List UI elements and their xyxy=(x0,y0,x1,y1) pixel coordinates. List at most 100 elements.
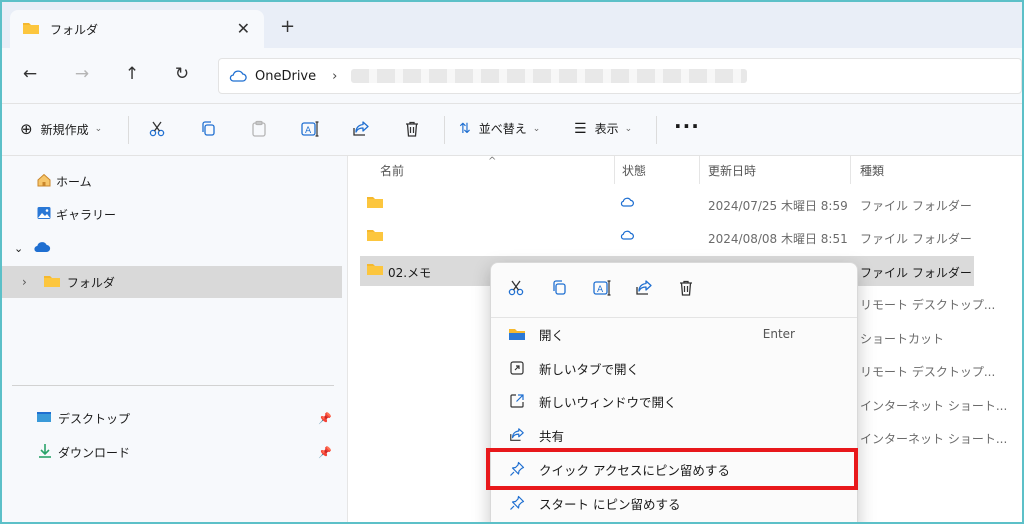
divider xyxy=(12,385,334,386)
rename-icon[interactable]: A xyxy=(299,118,321,140)
paste-icon[interactable] xyxy=(248,118,270,140)
refresh-icon[interactable]: ↻ xyxy=(170,64,194,84)
folder-icon xyxy=(43,274,61,291)
sort-ascending-icon: ^ xyxy=(488,156,497,167)
column-header-status[interactable]: 状態 xyxy=(622,156,646,184)
sidebar-item-gallery[interactable]: ギャラリー xyxy=(2,198,342,230)
share-icon xyxy=(507,425,527,445)
breadcrumb-redacted xyxy=(351,69,748,83)
shortcut-hint: Enter xyxy=(762,327,795,341)
command-bar: ⊕ 新規作成 ⌄ A ⇅ 並べ替え ⌄ ☰ 表示 ⌄ ··· xyxy=(2,104,1022,156)
sidebar-item-folder[interactable]: › フォルダ xyxy=(2,266,342,298)
menu-item-open-new-tab[interactable]: 新しいタブで開く xyxy=(499,353,849,383)
folder-open-icon xyxy=(507,324,527,344)
copy-icon[interactable] xyxy=(548,277,570,299)
column-divider[interactable] xyxy=(699,156,700,184)
sidebar-label-gallery: ギャラリー xyxy=(56,207,117,222)
folder-icon xyxy=(366,228,384,245)
sidebar-item-desktop[interactable]: デスクトップ 📌 xyxy=(2,402,342,434)
home-icon xyxy=(36,172,52,191)
rename-icon[interactable]: A xyxy=(591,277,613,299)
new-button[interactable]: ⊕ 新規作成 ⌄ xyxy=(20,120,102,138)
folder-icon xyxy=(22,20,40,39)
column-header-name[interactable]: 名前 xyxy=(380,156,404,184)
back-arrow-icon[interactable]: ← xyxy=(18,64,42,84)
view-label: 表示 xyxy=(594,122,619,136)
chevron-right-icon: › xyxy=(332,68,338,84)
cloud-status-icon xyxy=(620,196,634,210)
file-type: インターネット ショート... xyxy=(860,432,1008,446)
sidebar-item-home[interactable]: ホーム xyxy=(2,165,342,197)
menu-item-open[interactable]: 開く Enter xyxy=(499,319,849,349)
column-header-type[interactable]: 種類 xyxy=(860,156,884,184)
menu-item-label: 共有 xyxy=(539,428,565,444)
navigation-pane: ホーム ギャラリー ⌄ › フォルダ デスクトップ � xyxy=(2,156,347,522)
file-modified: 2024/07/25 木曜日 8:59 xyxy=(708,199,848,213)
column-label-modified: 更新日時 xyxy=(708,163,757,178)
highlight-box xyxy=(486,448,858,490)
menu-item-pin-start[interactable]: スタート にピン留めする xyxy=(499,488,849,518)
column-label-name: 名前 xyxy=(380,163,405,178)
sidebar-label-desktop: デスクトップ xyxy=(58,411,131,426)
sort-button[interactable]: ⇅ 並べ替え ⌄ xyxy=(459,120,540,137)
svg-text:A: A xyxy=(597,285,604,295)
up-arrow-icon[interactable]: ↑ xyxy=(120,64,144,84)
cut-icon[interactable] xyxy=(505,277,527,299)
download-icon xyxy=(38,443,52,462)
view-button[interactable]: ☰ 表示 ⌄ xyxy=(574,120,632,137)
table-row[interactable]: 2024/07/25 木曜日 8:59 ファイル フォルダー xyxy=(360,189,974,219)
view-list-icon: ☰ xyxy=(574,120,587,137)
trash-icon[interactable] xyxy=(401,118,423,140)
sidebar-label-downloads: ダウンロード xyxy=(58,445,131,460)
copy-icon[interactable] xyxy=(197,118,219,140)
trash-icon[interactable] xyxy=(675,277,697,299)
breadcrumb-onedrive[interactable]: OneDrive xyxy=(255,69,316,84)
open-in-new-window-icon xyxy=(507,391,527,411)
divider xyxy=(491,317,857,318)
svg-text:A: A xyxy=(305,126,312,136)
open-in-new-tab-icon xyxy=(507,358,527,378)
folder-icon xyxy=(366,262,384,279)
address-bar[interactable]: OneDrive › xyxy=(218,58,1022,94)
file-type: リモート デスクトップ... xyxy=(860,365,996,379)
tab-folder[interactable]: フォルダ ✕ xyxy=(10,10,264,48)
tab-title: フォルダ xyxy=(50,22,99,37)
menu-item-open-new-window[interactable]: 新しいウィンドウで開く xyxy=(499,386,849,416)
file-type: リモート デスクトップ... xyxy=(860,298,996,312)
pin-icon[interactable]: 📌 xyxy=(318,412,332,425)
forward-arrow-icon[interactable]: → xyxy=(70,64,94,84)
sidebar-item-downloads[interactable]: ダウンロード 📌 xyxy=(2,436,342,468)
sidebar-item-onedrive[interactable]: ⌄ xyxy=(2,232,342,264)
more-options-icon[interactable]: ··· xyxy=(674,114,700,138)
menu-item-label: 新しいタブで開く xyxy=(539,361,640,377)
column-header-modified[interactable]: 更新日時 xyxy=(708,156,756,184)
sort-icon: ⇅ xyxy=(459,120,471,137)
share-icon[interactable] xyxy=(633,277,655,299)
cloud-status-icon xyxy=(620,229,634,243)
tab-bar: フォルダ ✕ + xyxy=(2,2,1022,48)
desktop-icon xyxy=(36,410,52,427)
table-row[interactable]: 2024/08/08 木曜日 8:51 ファイル フォルダー xyxy=(360,222,974,252)
column-label-status: 状態 xyxy=(622,163,647,178)
cut-icon[interactable] xyxy=(146,118,168,140)
file-type: ファイル フォルダー xyxy=(860,232,972,246)
file-type: インターネット ショート... xyxy=(860,399,1008,413)
file-explorer-window: フォルダ ✕ + ← → ↑ ↻ OneDrive › ⊕ 新規作成 ⌄ A ⇅… xyxy=(0,0,1024,524)
sidebar-label-folder: フォルダ xyxy=(66,275,115,290)
plus-icon[interactable]: + xyxy=(280,16,295,37)
context-menu-quick-actions: A xyxy=(491,263,857,311)
sort-label: 並べ替え xyxy=(478,122,527,136)
file-type: ファイル フォルダー xyxy=(860,199,972,213)
chevron-down-icon: ⌄ xyxy=(624,123,633,134)
share-icon[interactable] xyxy=(350,118,372,140)
column-divider[interactable] xyxy=(850,156,851,184)
column-divider[interactable] xyxy=(614,156,615,184)
chevron-down-icon: ⌄ xyxy=(14,241,24,255)
gallery-icon xyxy=(36,205,52,224)
menu-item-share[interactable]: 共有 xyxy=(499,420,849,450)
close-icon[interactable]: ✕ xyxy=(237,19,250,38)
navigation-bar: ← → ↑ ↻ OneDrive › xyxy=(2,48,1022,104)
divider xyxy=(128,116,129,144)
pin-icon xyxy=(507,493,527,513)
pin-icon[interactable]: 📌 xyxy=(318,446,332,459)
